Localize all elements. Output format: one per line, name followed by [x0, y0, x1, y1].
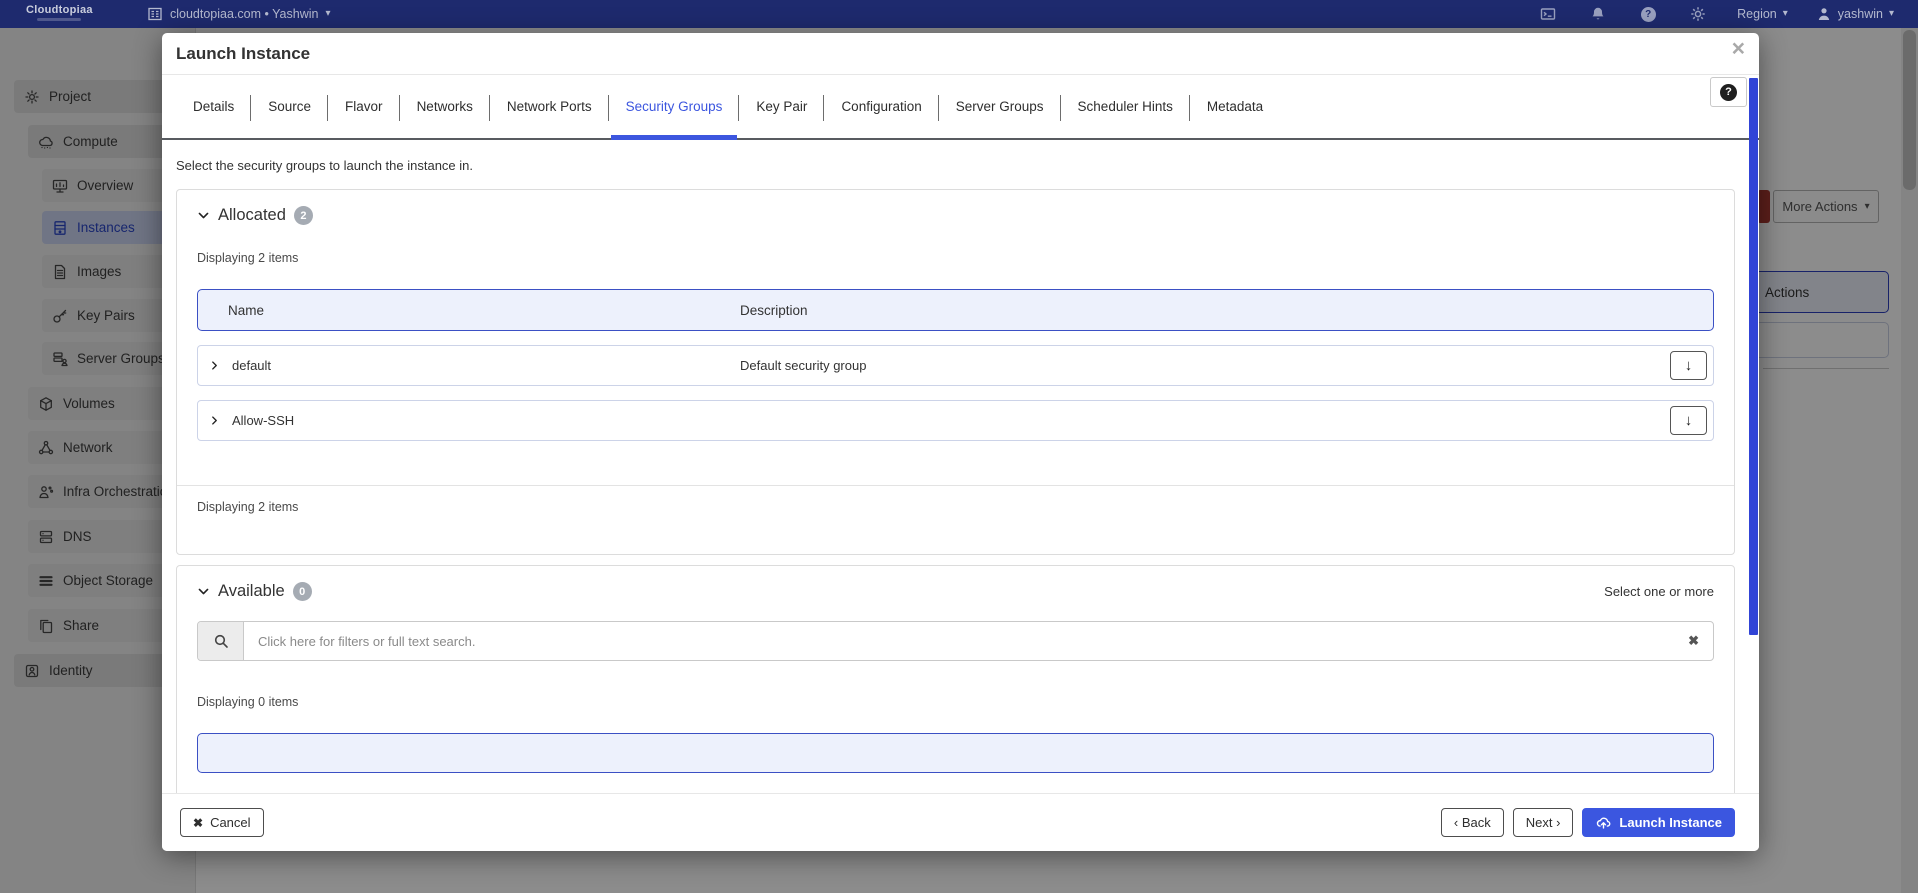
available-panel: Available 0 Select one or more ✖ Display… [176, 565, 1735, 793]
security-group-name: default [232, 358, 271, 373]
modal-title: Launch Instance [176, 44, 310, 64]
column-header-name: Name [228, 303, 264, 318]
launch-instance-modal: Launch Instance × Details Source Flavor … [162, 33, 1759, 851]
panel-divider [177, 485, 1734, 486]
help-button-nav[interactable]: ? [1623, 0, 1673, 28]
tab-flavor[interactable]: Flavor [328, 75, 400, 138]
move-down-button[interactable]: ↓ [1670, 406, 1707, 435]
modal-footer: ✖ Cancel ‹ Back Next › Launch Instance [162, 793, 1759, 851]
tab-key-pair[interactable]: Key Pair [739, 75, 824, 138]
security-group-description: Default security group [740, 358, 866, 373]
tab-security-groups[interactable]: Security Groups [609, 75, 740, 138]
clear-search-icon[interactable]: ✖ [1688, 622, 1713, 660]
modal-scrollbar-thumb[interactable] [1749, 78, 1758, 635]
tab-configuration[interactable]: Configuration [824, 75, 938, 138]
launch-instance-button[interactable]: Launch Instance [1582, 808, 1735, 837]
help-icon: ? [1641, 7, 1656, 22]
region-label: Region [1737, 7, 1777, 21]
allocated-section-toggle[interactable]: Allocated 2 [197, 206, 313, 225]
contextual-help-button[interactable]: ? [1710, 77, 1747, 107]
username-label: yashwin [1838, 7, 1883, 21]
chevron-down-icon [197, 209, 210, 222]
step-description: Select the security groups to launch the… [176, 158, 1735, 173]
terminal-icon [1540, 6, 1556, 22]
settings-button[interactable] [1673, 0, 1723, 28]
search-addon [198, 622, 244, 660]
wizard-tabs: Details Source Flavor Networks Network P… [162, 75, 1759, 140]
brand-logo[interactable]: Cloudtopiaa [26, 4, 93, 21]
tab-scheduler-hints[interactable]: Scheduler Hints [1061, 75, 1190, 138]
back-button[interactable]: ‹ Back [1441, 808, 1504, 837]
brand-logo-text: Cloudtopiaa [26, 4, 93, 16]
region-menu[interactable]: Region ▾ [1723, 7, 1802, 21]
help-icon: ? [1720, 84, 1737, 101]
available-table-header-partial [197, 733, 1714, 773]
allocated-title: Allocated [218, 206, 286, 225]
next-button[interactable]: Next › [1513, 808, 1574, 837]
bell-icon [1590, 6, 1606, 22]
domain-icon [147, 6, 163, 22]
modal-header: Launch Instance × [162, 33, 1759, 75]
chevron-right-icon[interactable] [209, 415, 220, 426]
chevron-down-icon: ▾ [1889, 9, 1894, 19]
chevron-down-icon: ▾ [1783, 9, 1788, 19]
chevron-right-icon[interactable] [209, 360, 220, 371]
allocated-displaying-bottom: Displaying 2 items [197, 500, 1714, 554]
security-groups-step: Select the security groups to launch the… [162, 140, 1759, 793]
user-menu[interactable]: yashwin ▾ [1802, 6, 1908, 22]
available-section-toggle[interactable]: Available 0 [197, 582, 312, 601]
tab-details[interactable]: Details [176, 75, 251, 138]
allocated-count-badge: 2 [294, 206, 313, 225]
tab-network-ports[interactable]: Network Ports [490, 75, 609, 138]
table-row[interactable]: Allow-SSH ↓ [197, 400, 1714, 441]
tab-networks[interactable]: Networks [400, 75, 490, 138]
allocated-panel: Allocated 2 Displaying 2 items Name Desc… [176, 189, 1735, 555]
tab-server-groups[interactable]: Server Groups [939, 75, 1061, 138]
available-title: Available [218, 582, 285, 601]
allocated-displaying-top: Displaying 2 items [197, 251, 1714, 265]
gear-icon [1690, 6, 1706, 22]
filter-search-bar: ✖ [197, 621, 1714, 661]
context-label: cloudtopiaa.com • Yashwin [170, 7, 318, 21]
search-input[interactable] [244, 622, 1688, 660]
security-group-name: Allow-SSH [232, 413, 294, 428]
available-displaying: Displaying 0 items [197, 695, 1714, 709]
allocated-table-header: Name Description [197, 289, 1714, 331]
column-header-description: Description [740, 303, 808, 318]
tab-source[interactable]: Source [251, 75, 328, 138]
cloud-upload-icon [1595, 815, 1612, 830]
move-down-button[interactable]: ↓ [1670, 351, 1707, 380]
search-icon [213, 633, 229, 649]
available-count-badge: 0 [293, 582, 312, 601]
chevron-down-icon: ▾ [325, 9, 330, 19]
project-context-switcher[interactable]: cloudtopiaa.com • Yashwin ▾ [147, 0, 330, 28]
user-icon [1816, 6, 1832, 22]
top-navbar: Cloudtopiaa cloudtopiaa.com • Yashwin ▾ … [0, 0, 1918, 28]
notifications-button[interactable] [1573, 0, 1623, 28]
chevron-down-icon [197, 585, 210, 598]
brand-tagline [37, 18, 81, 21]
terminal-button[interactable] [1523, 0, 1573, 28]
select-hint: Select one or more [1604, 584, 1714, 599]
cancel-button[interactable]: ✖ Cancel [180, 808, 264, 837]
close-icon[interactable]: × [1732, 35, 1745, 62]
table-row[interactable]: default Default security group ↓ [197, 345, 1714, 386]
cancel-x-icon: ✖ [193, 816, 203, 830]
tab-metadata[interactable]: Metadata [1190, 75, 1280, 138]
